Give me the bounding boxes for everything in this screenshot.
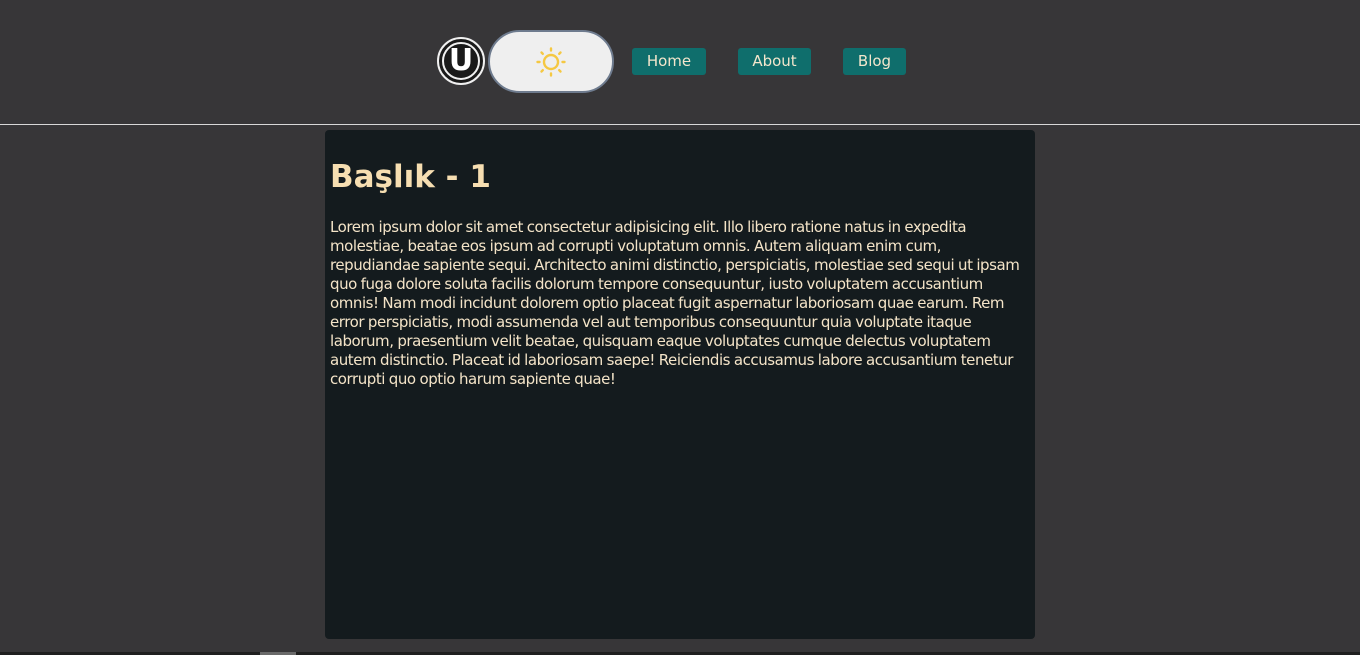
sun-icon <box>536 46 566 77</box>
page-title: Başlık - 1 <box>330 159 491 195</box>
content-card: Başlık - 1 Lorem ipsum dolor sit amet co… <box>325 130 1035 639</box>
site-header: U Home About Blog <box>0 0 1360 125</box>
site-logo[interactable]: U <box>437 37 485 85</box>
content-paragraph: Lorem ipsum dolor sit amet consectetur a… <box>330 218 1020 388</box>
nav-about-button[interactable]: About <box>738 48 811 75</box>
nav-blog-button[interactable]: Blog <box>843 48 906 75</box>
nav-home-button[interactable]: Home <box>632 48 706 75</box>
logo-letter: U <box>442 42 480 80</box>
theme-toggle-button[interactable] <box>488 30 614 93</box>
